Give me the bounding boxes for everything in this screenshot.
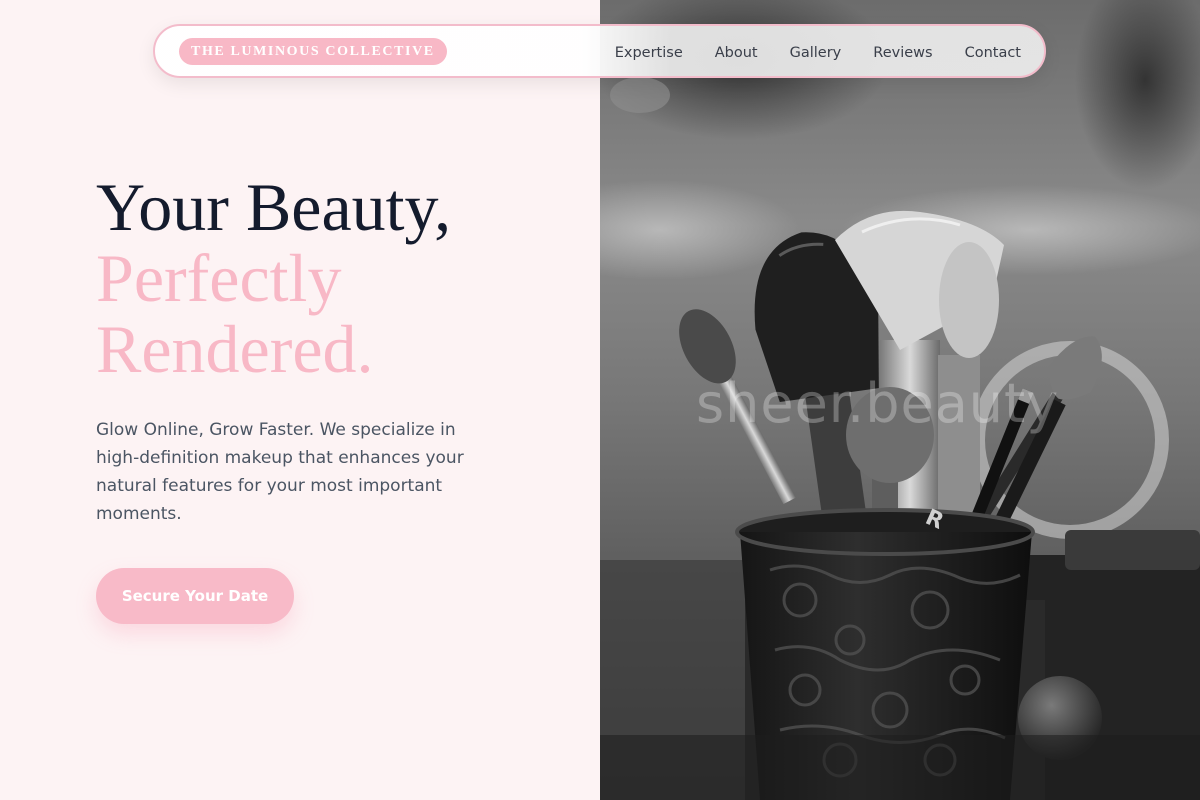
nav-link-gallery[interactable]: Gallery [790,45,842,61]
hero-description: Glow Online, Grow Faster. We specialize … [96,420,464,524]
hero-title-line3: Rendered. [96,311,374,387]
secure-date-button[interactable]: Secure Your Date [96,568,294,624]
nav-link-expertise[interactable]: Expertise [615,45,683,61]
hero-photo: R sheer.beauty [600,0,1200,800]
hero-title: Your Beauty, Perfectly Rendered. [96,172,451,385]
top-navbar: THE LUMINOUS COLLECTIVE Expertise About … [153,24,1046,78]
nav-link-contact[interactable]: Contact [965,45,1021,61]
hero-panel: Your Beauty, Perfectly Rendered. Glow On… [0,0,600,800]
nav-links: Expertise About Gallery Reviews Contact [615,26,1021,76]
brand-logo[interactable]: THE LUMINOUS COLLECTIVE [179,38,447,65]
photo-watermark: sheer.beauty [696,372,1060,435]
hero-title-line2: Perfectly [96,240,342,316]
brand-name: THE LUMINOUS COLLECTIVE [191,43,435,59]
nav-link-reviews[interactable]: Reviews [873,45,932,61]
nav-link-about[interactable]: About [715,45,758,61]
hero-title-line1: Your Beauty, [96,169,452,245]
